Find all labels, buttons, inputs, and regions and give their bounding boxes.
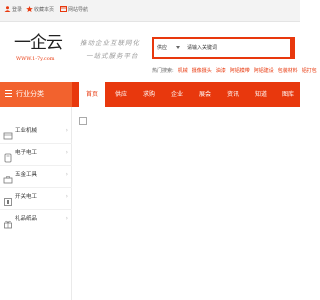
search-box: 供应 (152, 37, 295, 59)
nav-tab-zhidao[interactable]: 知道 (249, 82, 273, 107)
search-type-select[interactable]: 供应 (157, 44, 167, 52)
category-item-gifts-paper[interactable]: 礼品纸品 › (0, 211, 72, 229)
chevron-right-icon: › (65, 149, 68, 156)
bookmark-label: 收藏本页 (34, 7, 55, 13)
chevron-right-icon: › (65, 193, 68, 200)
machine-icon (3, 126, 13, 140)
slogan-line-1: 推动企业互联网化 (80, 39, 140, 47)
chevron-right-icon: › (65, 215, 68, 222)
banner-image-placeholder[interactable] (79, 117, 87, 125)
category-label: 五金工具 (15, 172, 38, 178)
hot-search-link[interactable]: 铝打包 (302, 68, 317, 74)
chevron-right-icon: › (65, 127, 68, 134)
login-label: 登录 (12, 7, 23, 13)
search-input[interactable] (187, 42, 287, 54)
hot-search-link[interactable]: 机械 (178, 68, 188, 74)
divider (0, 187, 72, 188)
divider (0, 165, 72, 166)
category-label: 工业机械 (15, 128, 38, 134)
logo-url: WWW.1-7y.com (16, 56, 55, 62)
nav-tab-company[interactable]: 企业 (165, 82, 189, 107)
user-icon (4, 6, 11, 12)
bookmark-link[interactable]: 收藏本页 (26, 6, 54, 14)
divider (0, 209, 72, 210)
category-label: 礼品纸品 (15, 216, 38, 222)
nav-tab-home[interactable]: 首页 (79, 82, 105, 107)
nav-tab-gallery[interactable]: 图库 (276, 82, 300, 107)
login-link[interactable]: 登录 (4, 6, 22, 14)
category-label: 开关电工 (15, 194, 38, 200)
nav-tab-supply[interactable]: 供应 (109, 82, 133, 107)
sitemap-link[interactable]: 网站导航 (60, 6, 88, 14)
hot-search-link[interactable]: 阿铝模带 (230, 68, 250, 74)
sitemap-label: 网站导航 (68, 7, 89, 13)
hot-searches-label: 热门搜索: (152, 68, 174, 74)
category-label: 电子电工 (15, 150, 38, 156)
main-nav: 行业分类 首页 供应 求购 企业 展会 资讯 知道 图库 (0, 82, 300, 107)
hot-searches: 热门搜索: 机械 摄像摄头 油漆 阿铝模带 阿铝建设 包装材料 铝打包 (152, 67, 317, 75)
category-item-hardware-tools[interactable]: 五金工具 › (0, 167, 72, 185)
search-button[interactable] (290, 37, 295, 59)
category-header[interactable]: 行业分类 (0, 82, 72, 107)
electronics-icon (3, 148, 13, 163)
category-item-industrial-machinery[interactable]: 工业机械 › (0, 123, 72, 141)
hot-search-link[interactable]: 阿铝建设 (254, 68, 274, 74)
nav-tab-purchase[interactable]: 求购 (137, 82, 161, 107)
divider (0, 143, 72, 144)
hot-search-link[interactable]: 摄像摄头 (192, 68, 212, 74)
chevron-right-icon: › (65, 171, 68, 178)
hot-search-link[interactable]: 油漆 (216, 68, 226, 74)
switch-icon (3, 192, 13, 206)
category-item-switches[interactable]: 开关电工 › (0, 189, 72, 207)
hot-search-link[interactable]: 包装材料 (278, 68, 298, 74)
category-title: 行业分类 (16, 90, 44, 98)
menu-icon (5, 90, 12, 97)
top-bar: 登录 收藏本页 网站导航 (0, 0, 300, 22)
category-sidebar: 工业机械 › 电子电工 › 五金工具 › 开关电工 › 礼品纸品 › (0, 107, 72, 300)
chevron-down-icon[interactable] (176, 46, 180, 49)
logo-text: 一企云 (14, 33, 63, 53)
site-logo[interactable]: 一企云 WWW.1-7y.com (14, 32, 69, 68)
sitemap-icon (60, 6, 67, 12)
nav-tab-news[interactable]: 资讯 (221, 82, 245, 107)
nav-tab-exhibition[interactable]: 展会 (193, 82, 217, 107)
category-item-electronics[interactable]: 电子电工 › (0, 145, 72, 163)
gift-icon (3, 214, 13, 229)
star-icon (26, 6, 33, 12)
hardware-tools-icon (3, 170, 13, 184)
